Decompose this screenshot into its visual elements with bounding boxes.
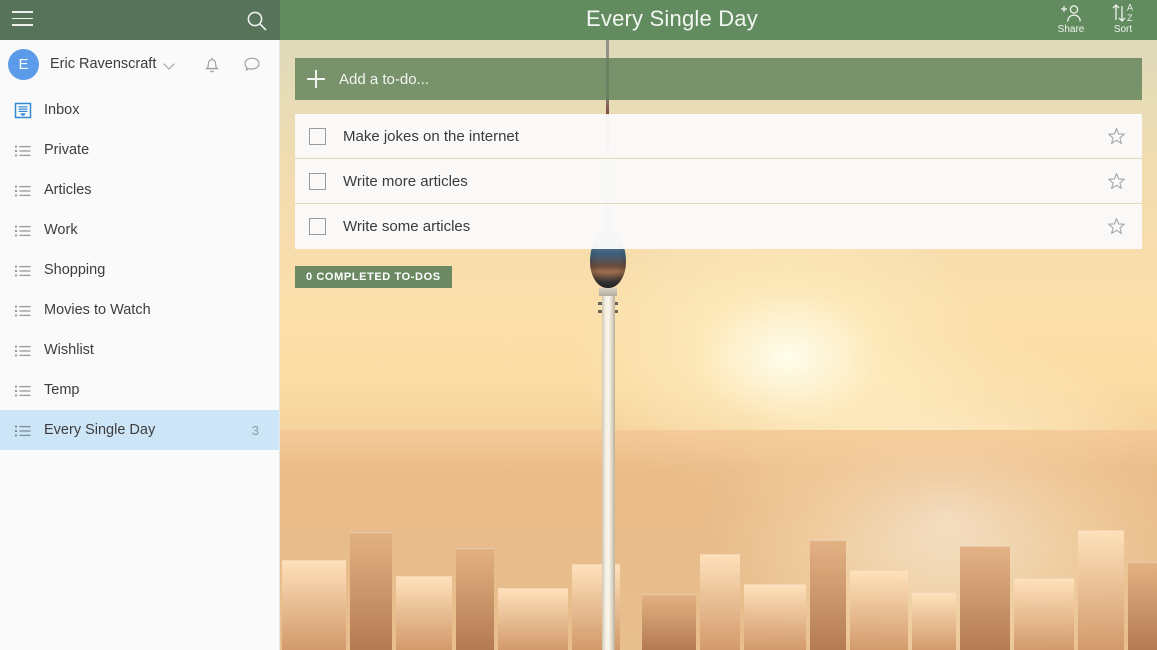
- sidebar-item-label: Movies to Watch: [44, 302, 151, 318]
- main-header: Every Single Day Share A Z Sort: [280, 0, 1157, 40]
- app-window: Every Single Day Share A Z Sort E Eric R…: [0, 0, 1157, 650]
- avatar: E: [8, 48, 39, 80]
- list-icon: [12, 141, 34, 159]
- sort-button[interactable]: A Z Sort: [1097, 0, 1149, 36]
- sidebar-item-wishlist[interactable]: Wishlist: [0, 330, 279, 370]
- bell-icon[interactable]: [199, 51, 225, 77]
- sidebar-item-temp[interactable]: Temp: [0, 370, 279, 410]
- list-icon: [12, 341, 34, 359]
- chevron-down-icon[interactable]: [165, 59, 176, 70]
- list-icon: [12, 381, 34, 399]
- svg-text:Z: Z: [1127, 13, 1133, 23]
- account-row[interactable]: E Eric Ravenscraft: [0, 40, 279, 88]
- page-title: Every Single Day: [586, 6, 758, 31]
- sidebar-item-private[interactable]: Private: [0, 130, 279, 170]
- todo-content: Add a to-do... Make jokes on the interne…: [280, 40, 1157, 650]
- sort-az-icon: A Z: [1097, 2, 1149, 24]
- todo-item[interactable]: Write some articles: [295, 204, 1142, 249]
- main-panel: Add a to-do... Make jokes on the interne…: [280, 40, 1157, 650]
- search-icon[interactable]: [246, 10, 268, 32]
- star-icon[interactable]: [1107, 172, 1126, 191]
- sidebar-item-movies-to-watch[interactable]: Movies to Watch: [0, 290, 279, 330]
- inbox-icon: [12, 101, 34, 119]
- sidebar-item-label: Every Single Day: [44, 422, 156, 438]
- list-icon: [12, 301, 34, 319]
- star-icon[interactable]: [1107, 127, 1126, 146]
- todo-checkbox[interactable]: [309, 218, 326, 235]
- sidebar-item-shopping[interactable]: Shopping: [0, 250, 279, 290]
- list-icon: [12, 261, 34, 279]
- sidebar-item-label: Work: [44, 222, 78, 238]
- sidebar-item-articles[interactable]: Articles: [0, 170, 279, 210]
- sidebar-item-every-single-day[interactable]: Every Single Day 3: [0, 410, 279, 450]
- star-icon[interactable]: [1107, 217, 1126, 236]
- list-icon: [12, 221, 34, 239]
- sidebar-nav-list: Inbox Private Articles Work Shopping Mov…: [0, 88, 279, 450]
- sort-label: Sort: [1113, 24, 1133, 35]
- share-label: Share: [1057, 24, 1085, 35]
- sidebar: E Eric Ravenscraft Inbox Private Article…: [0, 40, 280, 650]
- svg-text:A: A: [1127, 3, 1133, 13]
- todo-checkbox[interactable]: [309, 172, 326, 190]
- sidebar-item-work[interactable]: Work: [0, 210, 279, 250]
- sidebar-item-inbox[interactable]: Inbox: [0, 90, 279, 130]
- sidebar-item-count: 3: [251, 422, 259, 438]
- header-actions: Share A Z Sort: [1045, 0, 1149, 40]
- share-person-plus-icon: [1045, 2, 1097, 24]
- sidebar-item-label: Inbox: [44, 102, 80, 118]
- sidebar-topbar: [0, 0, 280, 40]
- plus-icon: [307, 70, 325, 88]
- list-icon: [12, 421, 34, 439]
- todo-label: Make jokes on the internet: [343, 127, 519, 145]
- todo-list: Make jokes on the internet Write more ar…: [295, 114, 1142, 249]
- sidebar-item-label: Shopping: [44, 262, 106, 278]
- todo-label: Write some articles: [343, 218, 471, 235]
- speech-bubble-icon[interactable]: [239, 51, 265, 77]
- todo-checkbox[interactable]: [309, 127, 326, 145]
- share-button[interactable]: Share: [1045, 0, 1097, 36]
- sidebar-item-label: Articles: [44, 182, 92, 198]
- list-icon: [12, 181, 34, 199]
- sidebar-item-label: Wishlist: [44, 342, 94, 358]
- add-todo-bar[interactable]: Add a to-do...: [295, 58, 1142, 100]
- todo-label: Write more articles: [343, 172, 468, 190]
- sidebar-item-label: Temp: [44, 382, 80, 398]
- hamburger-menu-icon[interactable]: [12, 11, 36, 29]
- account-name: Eric Ravenscraft: [50, 56, 157, 72]
- add-todo-placeholder: Add a to-do...: [339, 70, 430, 88]
- completed-todos-badge[interactable]: 0 COMPLETED TO-DOS: [295, 266, 452, 288]
- todo-item[interactable]: Make jokes on the internet: [295, 114, 1142, 159]
- todo-item[interactable]: Write more articles: [295, 159, 1142, 204]
- sidebar-item-label: Private: [44, 142, 90, 158]
